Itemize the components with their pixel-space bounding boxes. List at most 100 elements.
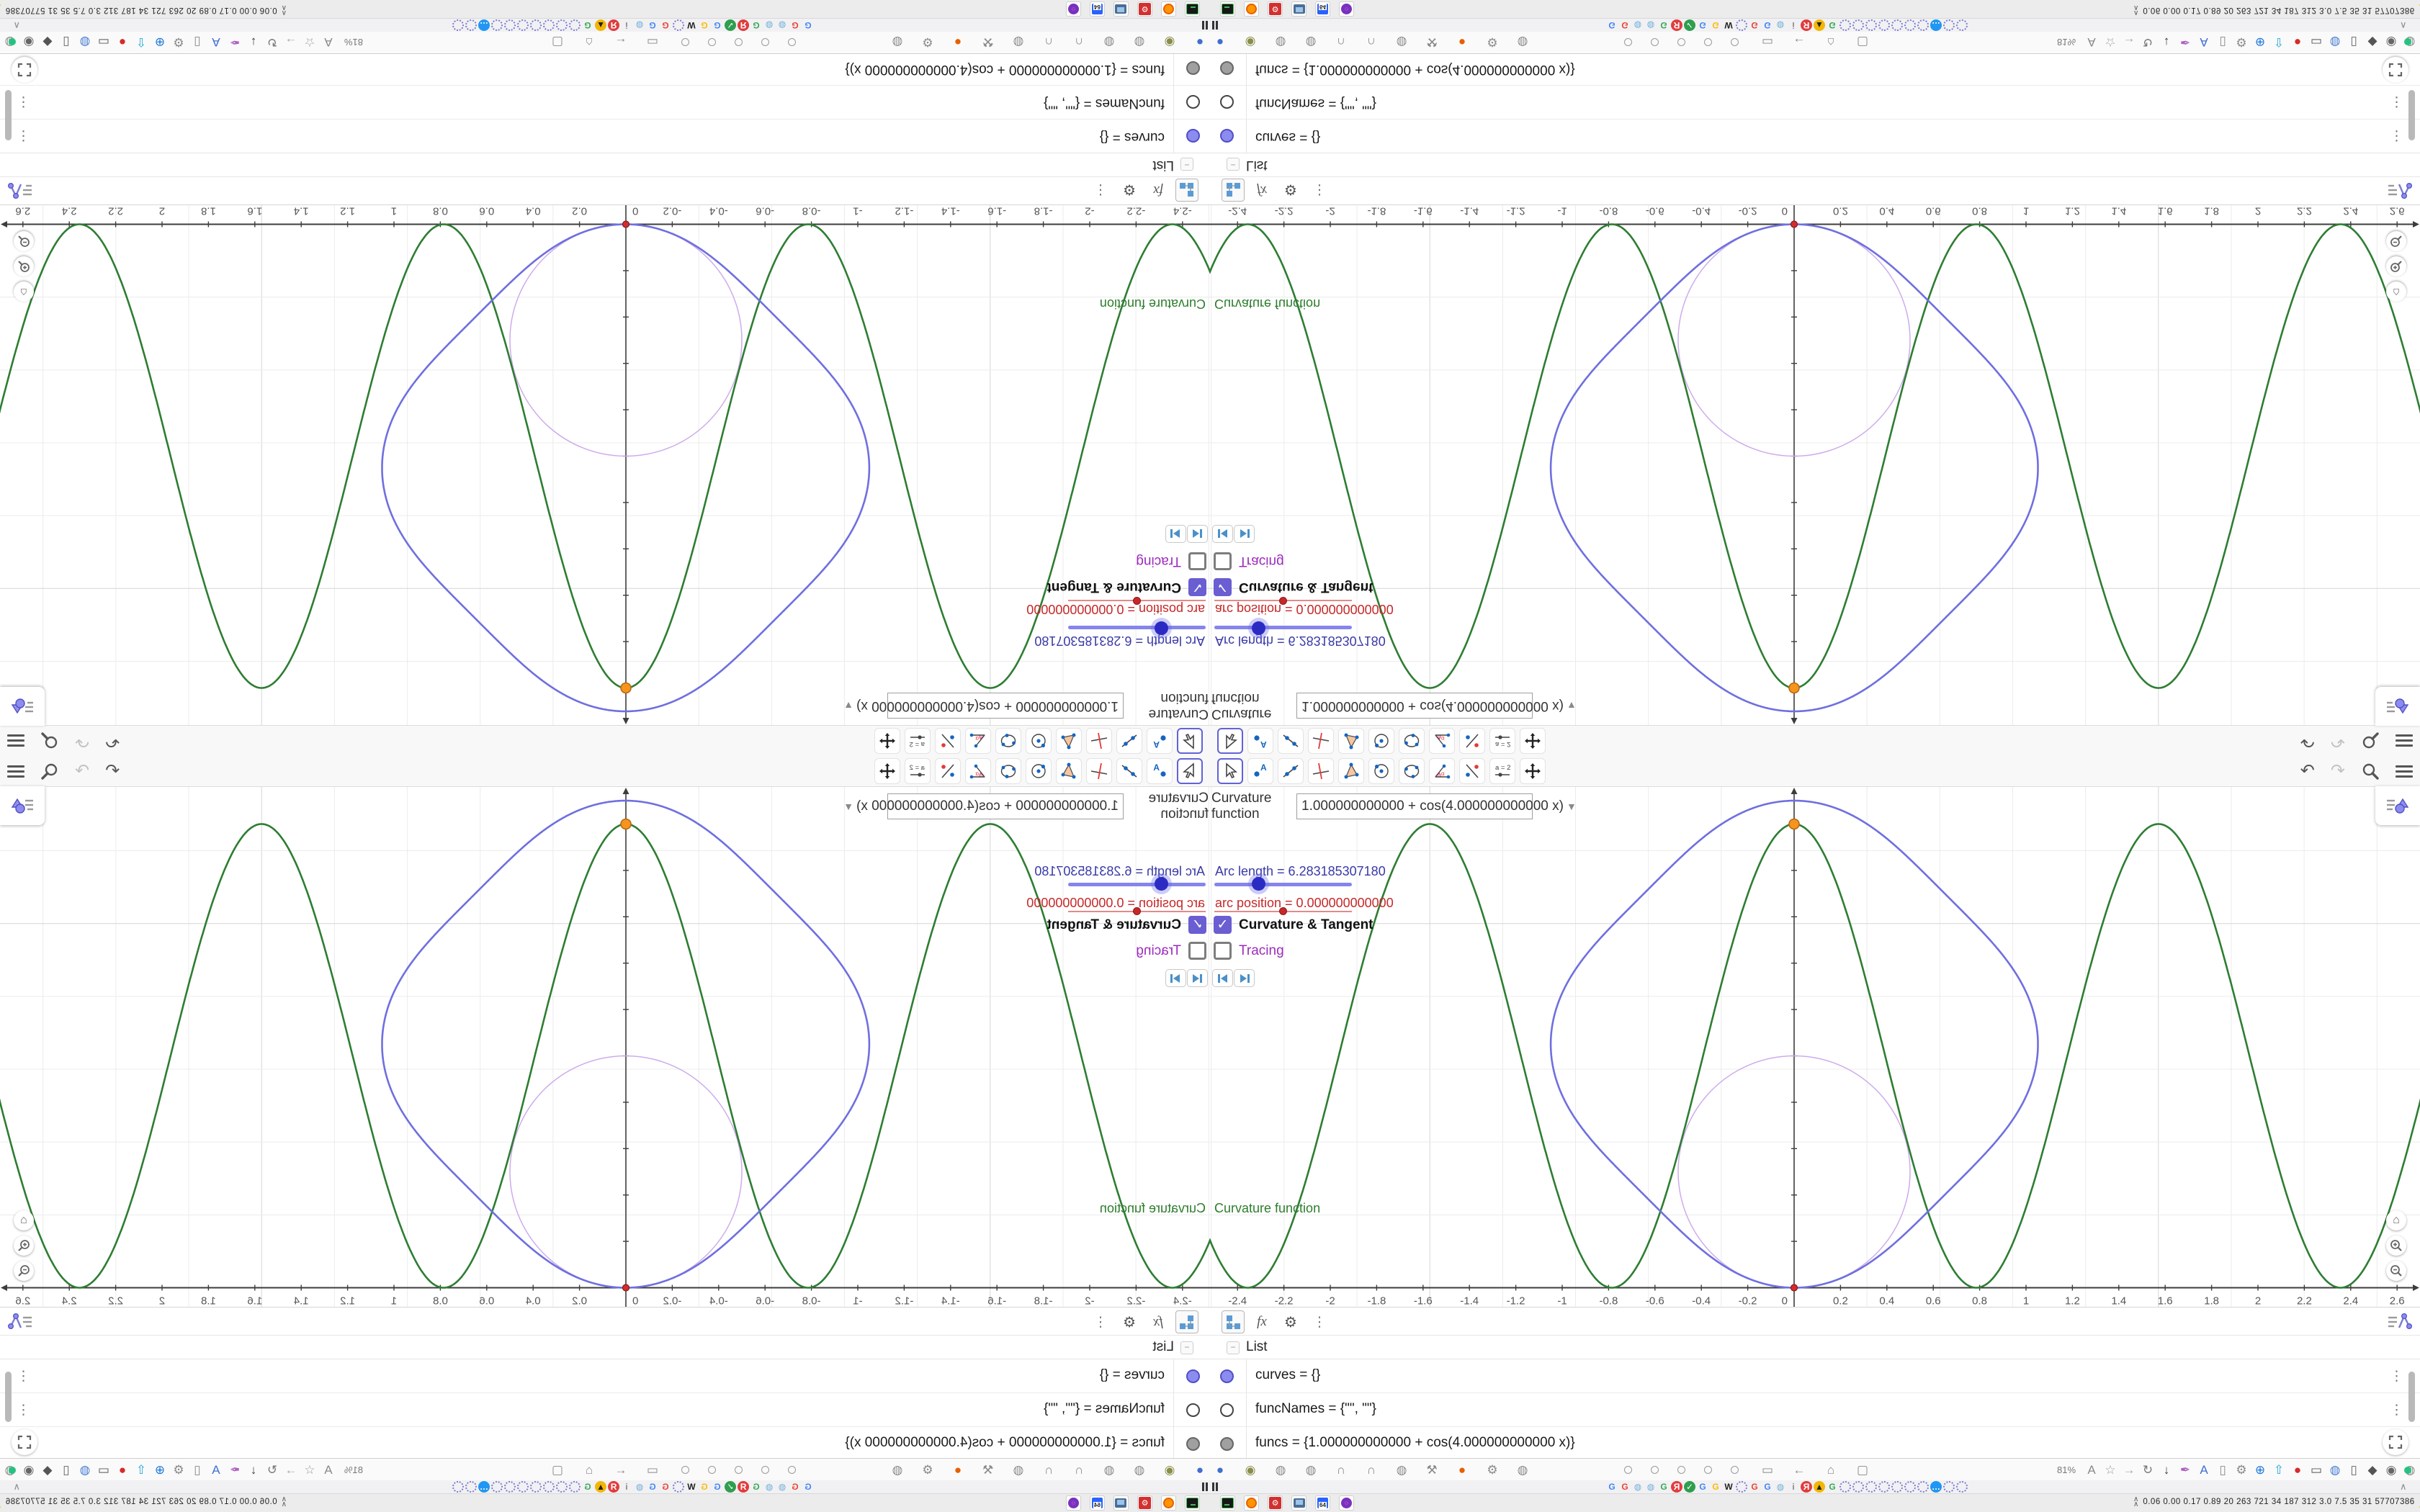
favicon-tab[interactable]: ▲: [1814, 19, 1825, 31]
favicon-tab[interactable]: ◍: [1632, 19, 1644, 31]
visibility-toggle[interactable]: [1186, 95, 1200, 109]
favicon-tab[interactable]: [1943, 19, 1955, 31]
curvature-input[interactable]: 1.000000000000 + cos(4.000000000000 x) ▼: [843, 693, 1124, 719]
taskbar-terminal-icon[interactable]: [1185, 1, 1200, 17]
dropdown-caret-icon[interactable]: ▼: [843, 700, 853, 711]
download-icon[interactable]: ↓: [2158, 1463, 2175, 1477]
taskbar-owl-icon[interactable]: ◌: [1339, 1495, 1354, 1511]
search-icon[interactable]: [40, 762, 59, 780]
back-arrow-icon[interactable]: ←: [1791, 1463, 1808, 1477]
favicon-tab[interactable]: [1865, 19, 1877, 31]
gear-icon[interactable]: ⚙: [170, 35, 187, 50]
tray-chevrons-icon[interactable]: ∧ ∧: [2133, 1496, 2138, 1508]
tool-conic-button[interactable]: [995, 758, 1021, 784]
arc-icon[interactable]: ∩: [1363, 1463, 1380, 1477]
download-icon[interactable]: ↓: [245, 35, 262, 50]
lock-icon[interactable]: ▢: [549, 1463, 566, 1477]
favicon-tab[interactable]: G: [1749, 19, 1760, 31]
wrench-icon[interactable]: ⚒: [980, 35, 997, 50]
firefox-icon[interactable]: ●: [949, 35, 967, 50]
algebra-row[interactable]: curves = {} ⋮: [0, 1359, 1210, 1393]
favicon-tab[interactable]: W: [686, 19, 697, 31]
favicon-tab[interactable]: G: [647, 1481, 658, 1493]
tool-move-button[interactable]: [1177, 758, 1203, 784]
shield-round-icon[interactable]: ◉: [20, 1463, 37, 1477]
refresh-icon[interactable]: ↻: [2139, 35, 2156, 50]
favicon-tab[interactable]: ◍: [763, 19, 775, 31]
arc-icon[interactable]: ∩: [1040, 35, 1057, 50]
back-arrow-icon[interactable]: ←: [612, 1463, 629, 1477]
taskbar-settings-red-icon[interactable]: ⚙: [1268, 1495, 1283, 1511]
tool-slider-button[interactable]: a = 2: [905, 758, 931, 784]
trash-icon[interactable]: ▭: [95, 1463, 112, 1477]
scrollbar-thumb[interactable]: [2408, 90, 2415, 140]
row-kebab-icon[interactable]: ⋮: [2390, 94, 2403, 110]
tool-circle-button[interactable]: [1026, 728, 1052, 754]
scrollbar-thumb[interactable]: [5, 1372, 12, 1422]
taskbar-owl-icon[interactable]: ◌: [1066, 1495, 1081, 1511]
favicon-tab[interactable]: [1852, 19, 1864, 31]
sphere-icon[interactable]: ◍: [76, 35, 94, 50]
globe-icon[interactable]: ◍: [889, 1463, 906, 1477]
visibility-toggle[interactable]: [1220, 1369, 1234, 1383]
firefox-icon[interactable]: ●: [949, 1463, 967, 1477]
gear-icon[interactable]: ⚙: [2233, 1463, 2250, 1477]
favicon-tab[interactable]: ✓: [725, 1481, 736, 1493]
tool-angle-button[interactable]: α: [1429, 728, 1455, 754]
orange-point[interactable]: [620, 818, 632, 830]
tool-conic-button[interactable]: [995, 728, 1021, 754]
row-kebab-icon[interactable]: ⋮: [17, 1368, 30, 1385]
tree-view-button[interactable]: [1175, 179, 1198, 202]
search-icon[interactable]: [40, 732, 59, 750]
favicon-tab[interactable]: [569, 19, 581, 31]
tool-conic-button[interactable]: [1399, 728, 1425, 754]
badge-icon[interactable]: ◉: [1161, 1463, 1178, 1477]
tool-perpendicular-button[interactable]: [1308, 758, 1334, 784]
favicon-tab[interactable]: ✓: [1684, 1481, 1695, 1493]
tool-pan-button[interactable]: [1520, 758, 1546, 784]
redo-icon[interactable]: ↷: [75, 731, 89, 751]
step-forward-button[interactable]: [1165, 969, 1186, 987]
curvature-tangent-checkbox[interactable]: ✓: [1214, 916, 1232, 934]
tool-point-button[interactable]: A: [1247, 728, 1273, 754]
tool-reflect-button[interactable]: [1459, 758, 1485, 784]
lock-icon[interactable]: ▢: [1854, 1463, 1871, 1477]
arc-position-slider-knob[interactable]: [1133, 907, 1141, 915]
graphics-stylebar-card[interactable]: [0, 687, 45, 726]
favicon-tab[interactable]: G: [712, 1481, 723, 1493]
favicon-tab[interactable]: [1852, 1481, 1864, 1493]
skip-start-button[interactable]: [1187, 969, 1208, 987]
taskbar-firefox-icon[interactable]: [1161, 1495, 1176, 1511]
tool-polygon-button[interactable]: [1056, 758, 1082, 784]
favicon-tab[interactable]: [491, 19, 503, 31]
favicon-tab[interactable]: [1891, 1481, 1903, 1493]
favicon-tab[interactable]: [452, 1481, 464, 1493]
favicon-tab[interactable]: G: [660, 1481, 671, 1493]
download-icon[interactable]: ↓: [245, 1463, 262, 1477]
favicon-tab[interactable]: G: [699, 1481, 710, 1493]
favicon-tab[interactable]: G: [1710, 19, 1721, 31]
orange-point[interactable]: [1788, 682, 1800, 694]
globe-icon[interactable]: ◍: [1131, 1463, 1148, 1477]
favicon-tab[interactable]: ✓: [1684, 19, 1695, 31]
translate-blue-icon[interactable]: A: [207, 35, 225, 50]
shield-icon[interactable]: ⌂: [1822, 35, 1839, 50]
step-forward-button[interactable]: [1234, 969, 1255, 987]
favicon-tab[interactable]: [1956, 19, 1968, 31]
favicon-tab[interactable]: [1956, 1481, 1968, 1493]
pill-icon[interactable]: ▯: [189, 1463, 206, 1477]
firefox-icon[interactable]: ●: [1453, 35, 1471, 50]
favicon-tab[interactable]: [569, 1481, 581, 1493]
tool-line-button[interactable]: [1278, 758, 1304, 784]
window-chevron-icon[interactable]: ∧: [2400, 1480, 2407, 1493]
dropdown-caret-icon[interactable]: ▼: [843, 801, 853, 812]
favicon-tab[interactable]: [1904, 19, 1916, 31]
back-arrow-icon[interactable]: ←: [1791, 35, 1808, 50]
zoom-in-button[interactable]: [2386, 1236, 2406, 1256]
taskbar-floppy-icon[interactable]: 64: [1090, 1, 1105, 17]
favicon-tab[interactable]: [1904, 1481, 1916, 1493]
algebra-more-button[interactable]: ⋮: [1308, 179, 1331, 202]
folder-icon[interactable]: ▭: [644, 1463, 661, 1477]
favicon-tab[interactable]: Я: [1671, 1481, 1682, 1493]
arc-icon[interactable]: ∩: [1070, 1463, 1088, 1477]
